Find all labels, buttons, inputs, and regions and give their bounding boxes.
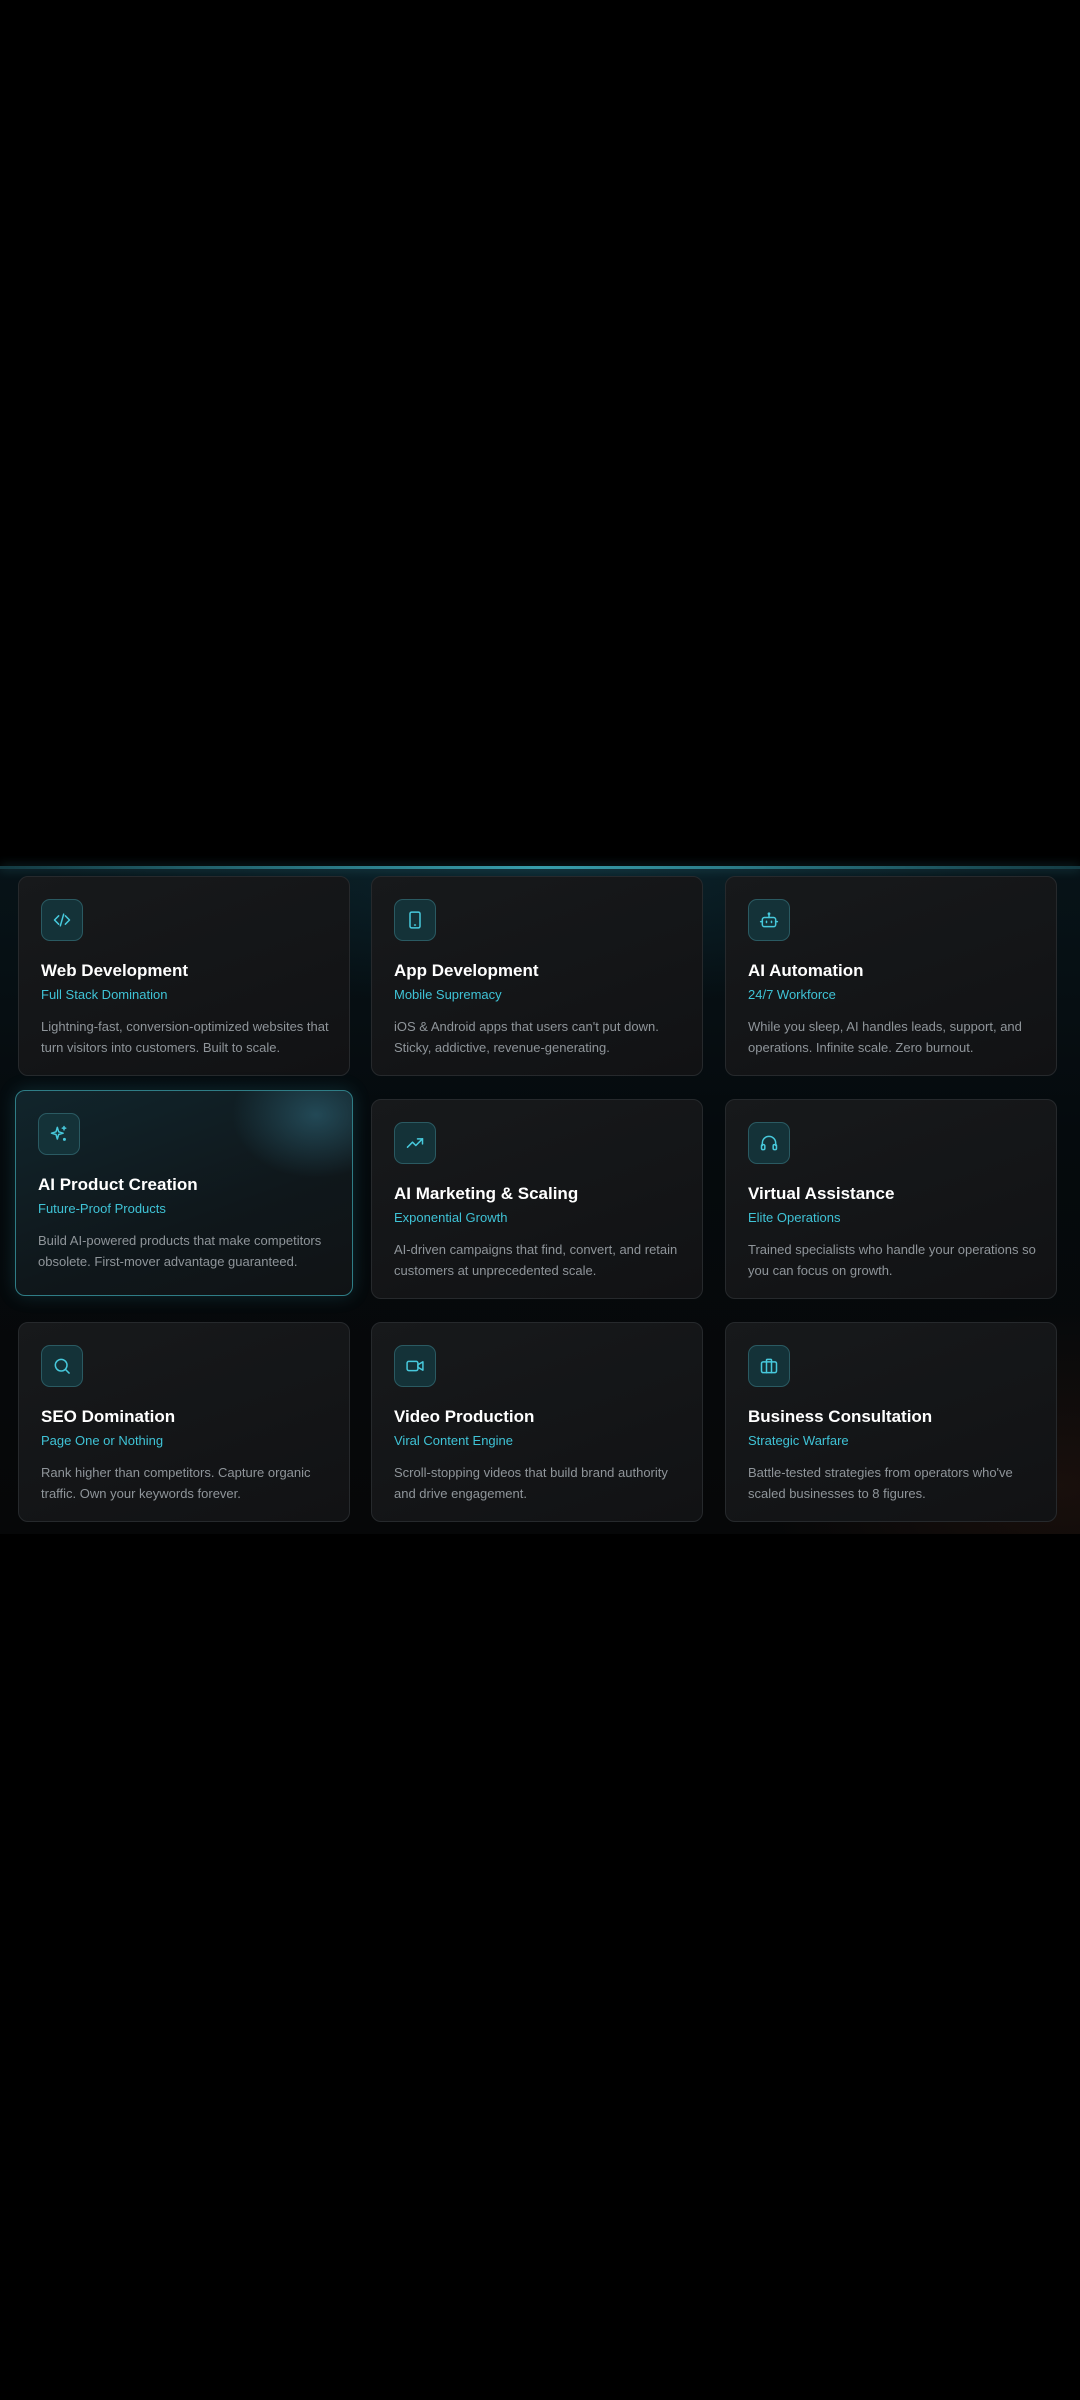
service-card-virtual-assistance[interactable]: Virtual Assistance Elite Operations Trai… xyxy=(725,1099,1057,1299)
service-title: AI Product Creation xyxy=(38,1175,198,1194)
section-divider xyxy=(0,866,1080,869)
service-description: AI-driven campaigns that find, convert, … xyxy=(394,1242,678,1278)
service-card-web-development[interactable]: Web Development Full Stack Domination Li… xyxy=(18,876,350,1076)
service-card-app-development[interactable]: App Development Mobile Supremacy iOS & A… xyxy=(371,876,703,1076)
video-icon xyxy=(394,1345,436,1387)
service-description: Rank higher than competitors. Capture or… xyxy=(41,1465,311,1501)
service-description: Trained specialists who handle your oper… xyxy=(748,1242,1036,1278)
service-subtitle: Viral Content Engine xyxy=(394,1433,514,1448)
service-title: AI Marketing & Scaling xyxy=(394,1184,579,1203)
bot-icon xyxy=(748,899,790,941)
smartphone-icon xyxy=(394,899,436,941)
briefcase-icon xyxy=(748,1345,790,1387)
code-icon xyxy=(41,899,83,941)
service-card-video-production[interactable]: Video Production Viral Content Engine Sc… xyxy=(371,1322,703,1522)
service-subtitle: Mobile Supremacy xyxy=(394,987,502,1002)
service-title: AI Automation xyxy=(748,961,864,980)
headphones-icon xyxy=(748,1122,790,1164)
service-title: Web Development xyxy=(41,961,189,980)
service-title: SEO Domination xyxy=(41,1407,176,1426)
service-description: Build AI-powered products that make comp… xyxy=(38,1233,322,1269)
service-card-ai-product-creation[interactable]: AI Product Creation Future-Proof Product… xyxy=(15,1090,353,1296)
service-title: Video Production xyxy=(394,1407,535,1426)
service-card-seo-domination[interactable]: SEO Domination Page One or Nothing Rank … xyxy=(18,1322,350,1522)
sparkles-icon xyxy=(38,1113,80,1155)
service-description: Scroll-stopping videos that build brand … xyxy=(394,1465,668,1501)
service-card-ai-automation[interactable]: AI Automation 24/7 Workforce While you s… xyxy=(725,876,1057,1076)
service-subtitle: 24/7 Workforce xyxy=(748,987,836,1002)
service-subtitle: Strategic Warfare xyxy=(748,1433,849,1448)
trending-up-icon xyxy=(394,1122,436,1164)
service-card-ai-marketing-scaling[interactable]: AI Marketing & Scaling Exponential Growt… xyxy=(371,1099,703,1299)
service-description: While you sleep, AI handles leads, suppo… xyxy=(748,1019,1022,1055)
service-description: iOS & Android apps that users can't put … xyxy=(394,1019,659,1055)
page: Web Development Full Stack Domination Li… xyxy=(0,0,1080,2400)
service-title: App Development xyxy=(394,961,539,980)
service-title: Virtual Assistance xyxy=(748,1184,895,1203)
service-subtitle: Elite Operations xyxy=(748,1210,841,1225)
service-subtitle: Future-Proof Products xyxy=(38,1201,166,1216)
service-description: Battle-tested strategies from operators … xyxy=(748,1465,1013,1501)
service-subtitle: Exponential Growth xyxy=(394,1210,508,1225)
search-icon xyxy=(41,1345,83,1387)
service-card-business-consultation[interactable]: Business Consultation Strategic Warfare … xyxy=(725,1322,1057,1522)
service-description: Lightning-fast, conversion-optimized web… xyxy=(41,1019,329,1055)
services-section: Web Development Full Stack Domination Li… xyxy=(0,866,1080,1534)
service-subtitle: Full Stack Domination xyxy=(41,987,168,1002)
service-subtitle: Page One or Nothing xyxy=(41,1433,164,1448)
service-title: Business Consultation xyxy=(748,1407,933,1426)
